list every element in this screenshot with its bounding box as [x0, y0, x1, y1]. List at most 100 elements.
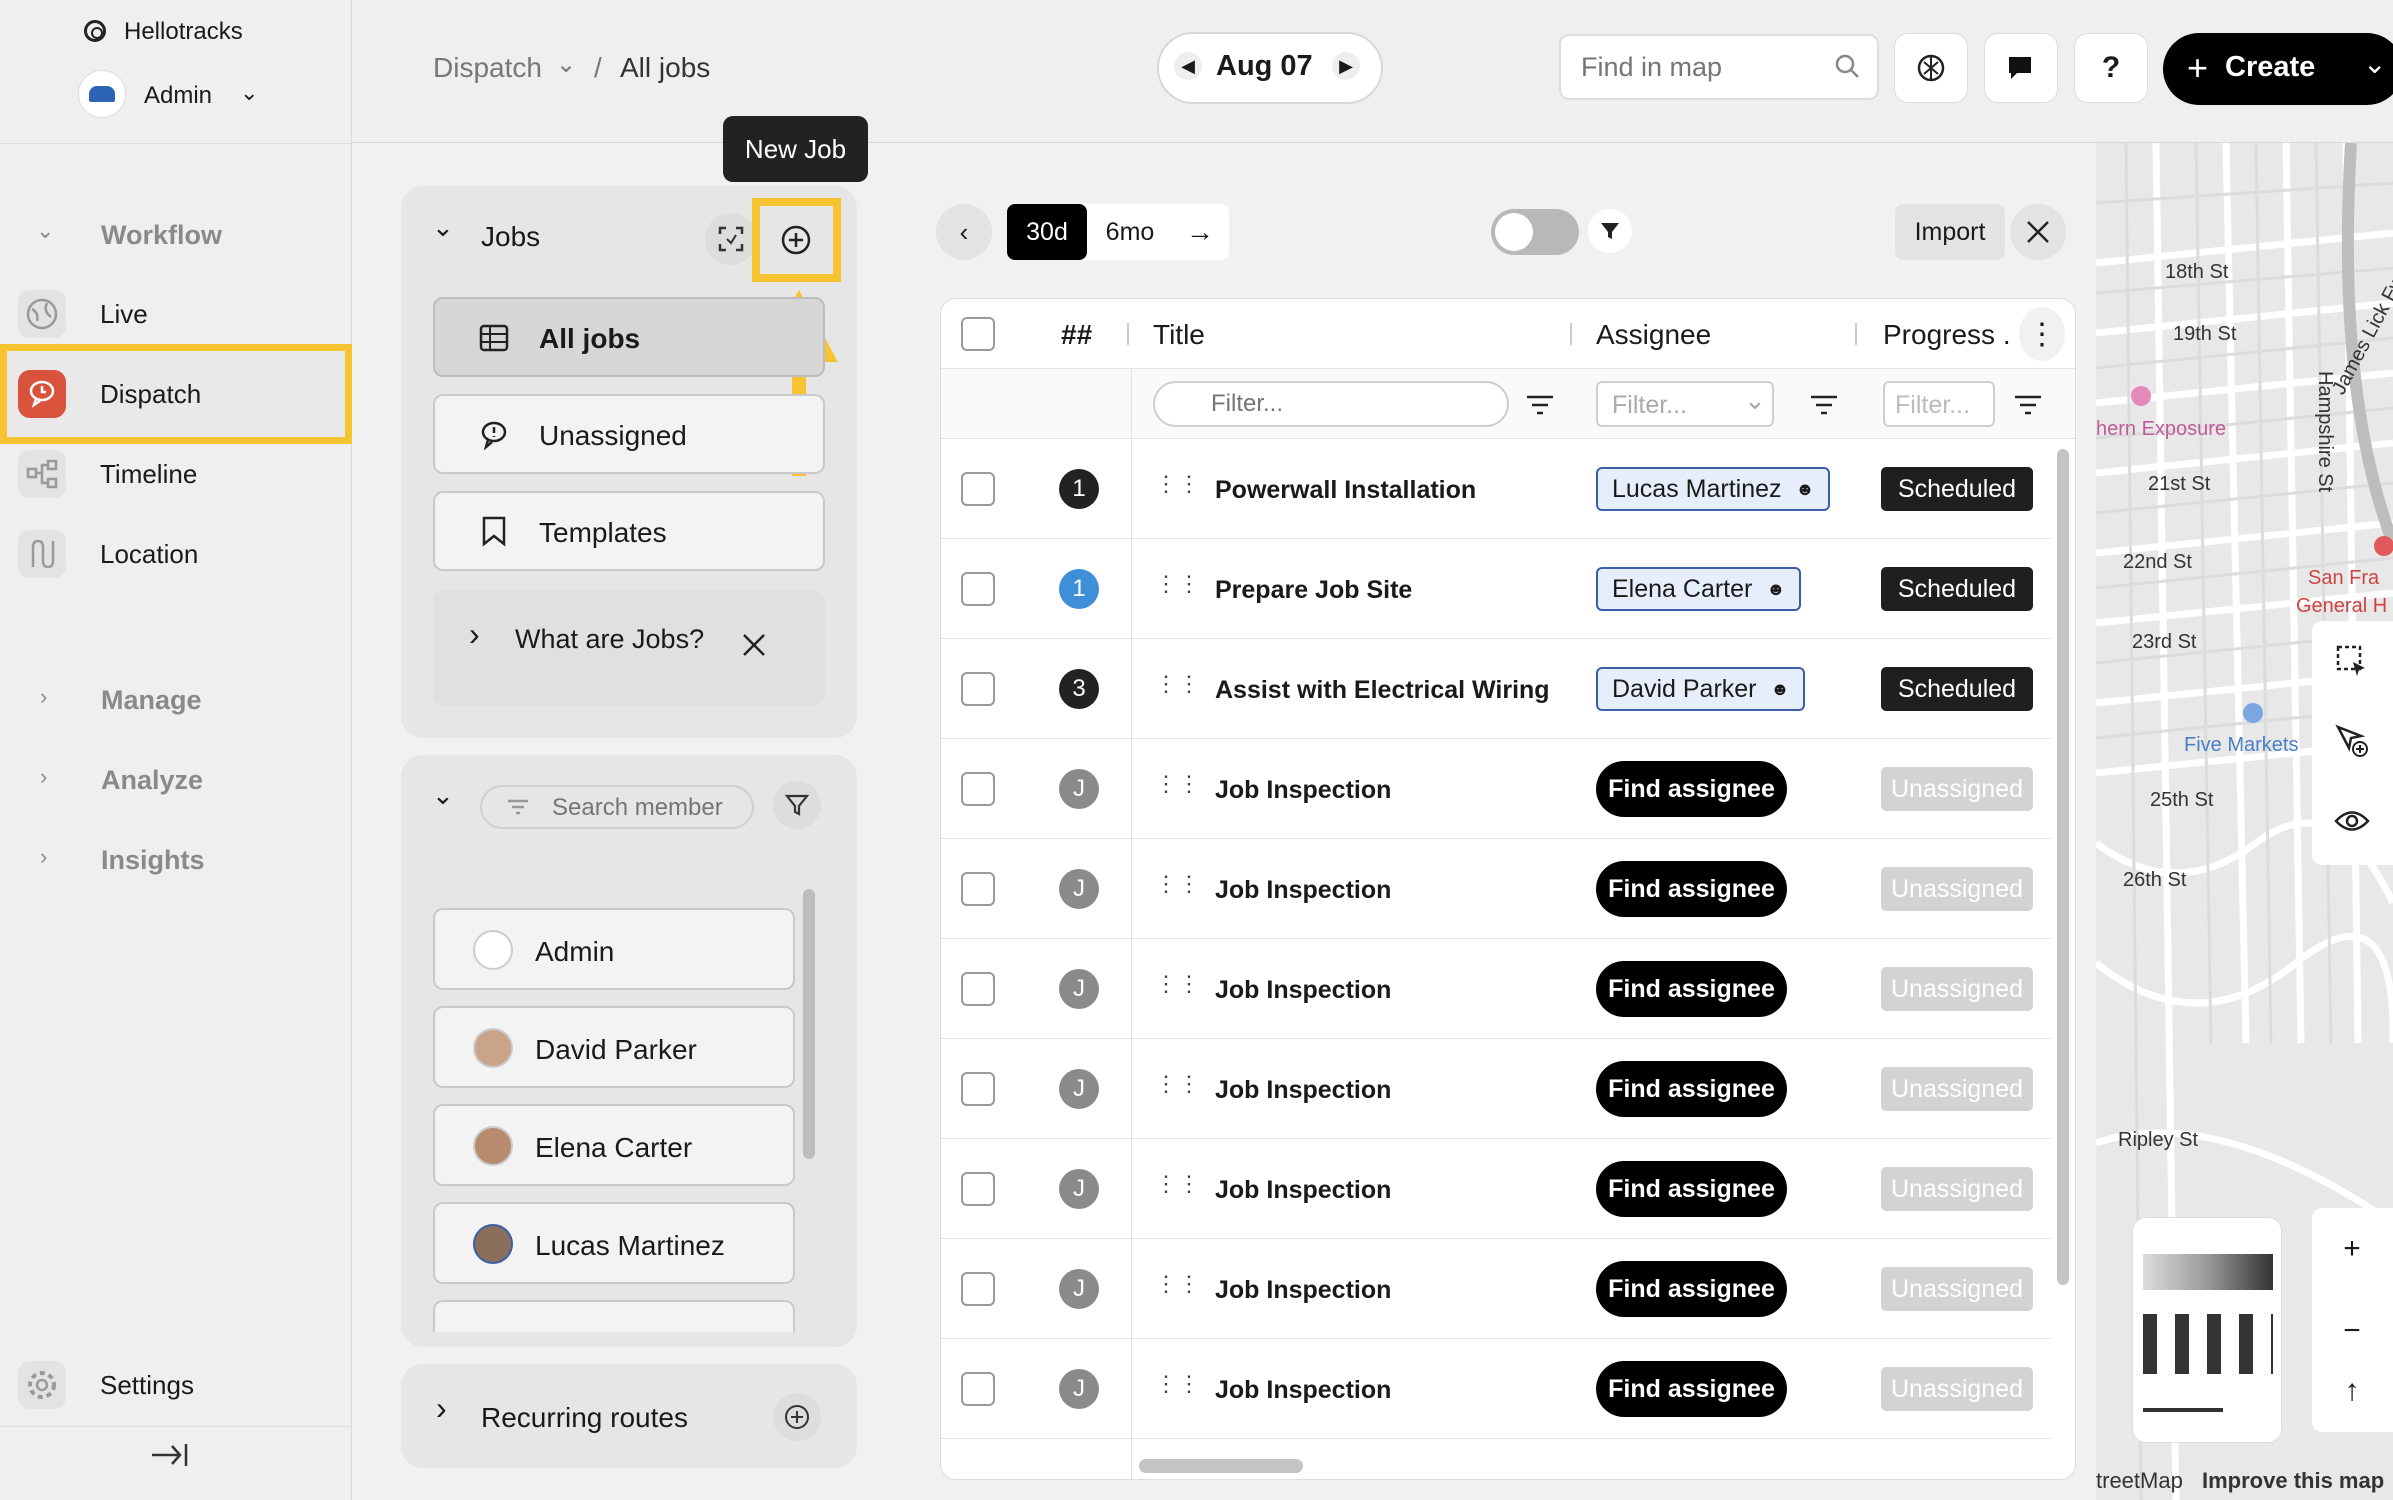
ai-assistant-button[interactable]: [1894, 33, 1968, 103]
job-title[interactable]: Job Inspection: [1215, 1176, 1391, 1205]
job-title[interactable]: Prepare Job Site: [1215, 576, 1412, 605]
members-scrollbar[interactable]: [803, 889, 815, 1159]
row-checkbox[interactable]: [961, 772, 995, 806]
row-checkbox[interactable]: [961, 672, 995, 706]
job-title[interactable]: Job Inspection: [1215, 1276, 1391, 1305]
section-insights[interactable]: Insights: [101, 845, 205, 876]
job-title[interactable]: Job Inspection: [1215, 976, 1391, 1005]
horizontal-scrollbar[interactable]: [1139, 1459, 1303, 1473]
nav-item-live[interactable]: Live: [0, 274, 352, 354]
what-are-jobs-box[interactable]: › What are Jobs?: [433, 590, 825, 706]
range-30d-button[interactable]: 30d: [1007, 204, 1087, 260]
drag-handle-icon[interactable]: ⋮⋮: [1155, 871, 1201, 897]
row-checkbox[interactable]: [961, 972, 995, 1006]
add-point-icon[interactable]: [2314, 703, 2390, 779]
chevron-right-icon[interactable]: ›: [436, 1390, 447, 1427]
column-header-assignee[interactable]: Assignee: [1596, 319, 1711, 351]
find-assignee-button[interactable]: Find assignee: [1596, 1261, 1787, 1317]
column-header-num[interactable]: ##: [1061, 319, 1092, 351]
row-checkbox[interactable]: [961, 472, 995, 506]
table-row[interactable]: 1 ⋮⋮ Powerwall Installation Lucas Martinez ☻…: [941, 439, 2051, 539]
drag-handle-icon[interactable]: ⋮⋮: [1155, 1271, 1201, 1297]
map-search-input[interactable]: [1581, 48, 1821, 86]
row-checkbox[interactable]: [961, 1172, 995, 1206]
view-toggle[interactable]: [1491, 209, 1579, 255]
create-button[interactable]: + Create ⌄: [2163, 33, 2393, 105]
drag-handle-icon[interactable]: ⋮⋮: [1155, 671, 1201, 697]
filter-lines-icon[interactable]: [1525, 393, 1555, 422]
nav-item-settings[interactable]: Settings: [0, 1345, 352, 1425]
chat-button[interactable]: [1984, 33, 2058, 103]
chevron-down-icon[interactable]: ⌄: [36, 218, 54, 244]
member-item[interactable]: Lucas Martinez: [433, 1202, 795, 1284]
assignee-filter-select[interactable]: Filter... ⌄: [1596, 381, 1774, 427]
assignee-chip[interactable]: David Parker ☻: [1596, 667, 1806, 711]
drag-handle-icon[interactable]: ⋮⋮: [1155, 771, 1201, 797]
column-header-progress[interactable]: Progress .: [1883, 319, 2011, 351]
column-menu-button[interactable]: ⋮: [2019, 307, 2065, 361]
map-view[interactable]: 18th St 19th St 21st St 22nd St 23rd St …: [2096, 143, 2393, 1500]
member-filter-button[interactable]: [773, 781, 821, 829]
prev-day-button[interactable]: ◀: [1174, 52, 1202, 80]
table-row[interactable]: J ⋮⋮ Job Inspection Find assignee Unassigned: [941, 1339, 2051, 1439]
help-button[interactable]: ?: [2074, 33, 2148, 103]
improve-map-link[interactable]: Improve this map: [2202, 1468, 2384, 1494]
date-label[interactable]: Aug 07: [1216, 50, 1313, 83]
add-job-button[interactable]: [772, 216, 820, 264]
row-checkbox[interactable]: [961, 872, 995, 906]
job-title[interactable]: Job Inspection: [1215, 776, 1391, 805]
table-row[interactable]: J ⋮⋮ Job Inspection Find assignee Unassigned: [941, 1239, 2051, 1339]
chevron-right-icon[interactable]: ›: [40, 684, 47, 710]
member-item[interactable]: Admin: [433, 908, 795, 990]
row-checkbox[interactable]: [961, 1272, 995, 1306]
drag-handle-icon[interactable]: ⋮⋮: [1155, 971, 1201, 997]
job-title[interactable]: Powerwall Installation: [1215, 476, 1476, 505]
view-templates[interactable]: Templates: [433, 491, 825, 571]
zoom-in-button[interactable]: +: [2314, 1211, 2390, 1287]
member-item[interactable]: David Parker: [433, 1006, 795, 1088]
find-assignee-button[interactable]: Find assignee: [1596, 961, 1787, 1017]
table-row[interactable]: J ⋮⋮ Job Inspection Find assignee Unassigned: [941, 1139, 2051, 1239]
section-analyze[interactable]: Analyze: [101, 765, 203, 796]
admin-avatar[interactable]: [78, 70, 126, 118]
drag-handle-icon[interactable]: ⋮⋮: [1155, 1171, 1201, 1197]
collapse-sidebar-icon[interactable]: [150, 1440, 190, 1475]
size-slider[interactable]: [2143, 1408, 2223, 1412]
chevron-down-icon[interactable]: ⌄: [2363, 47, 2386, 80]
progress-filter-input[interactable]: Filter...: [1883, 381, 1995, 427]
north-arrow-icon[interactable]: ↑: [2314, 1353, 2390, 1429]
map-attribution[interactable]: treetMap: [2096, 1468, 2183, 1494]
breadcrumb-root[interactable]: Dispatch: [433, 52, 542, 84]
section-workflow[interactable]: Workflow: [101, 220, 222, 251]
table-row[interactable]: 3 ⋮⋮ Assist with Electrical Wiring David Pa…: [941, 639, 2051, 739]
nav-item-timeline[interactable]: Timeline: [0, 434, 352, 514]
chevron-down-icon[interactable]: ⌄: [240, 80, 258, 106]
job-title[interactable]: Job Inspection: [1215, 876, 1391, 905]
close-table-button[interactable]: [2010, 204, 2066, 260]
job-title[interactable]: Job Inspection: [1215, 1376, 1391, 1405]
view-unassigned[interactable]: Unassigned: [433, 394, 825, 474]
scan-jobs-icon[interactable]: [705, 213, 757, 265]
member-item-partial[interactable]: [433, 1300, 795, 1332]
find-assignee-button[interactable]: Find assignee: [1596, 1361, 1787, 1417]
chevron-right-icon[interactable]: ›: [40, 764, 47, 790]
filter-lines-icon[interactable]: [2013, 393, 2043, 422]
search-member-field[interactable]: [480, 785, 754, 829]
close-icon[interactable]: [741, 632, 767, 663]
assignee-chip[interactable]: Elena Carter ☻: [1596, 567, 1802, 611]
map-search-field[interactable]: [1559, 34, 1879, 100]
section-manage[interactable]: Manage: [101, 685, 202, 716]
search-member-input[interactable]: [552, 793, 742, 823]
select-area-icon[interactable]: [2314, 623, 2390, 699]
range-6mo-button[interactable]: 6mo: [1094, 204, 1166, 260]
row-checkbox[interactable]: [961, 1072, 995, 1106]
chevron-down-icon[interactable]: ⌄: [432, 780, 454, 811]
chevron-down-icon[interactable]: ⌄: [432, 212, 454, 243]
column-header-title[interactable]: Title: [1153, 319, 1205, 351]
drag-handle-icon[interactable]: ⋮⋮: [1155, 471, 1201, 497]
drag-handle-icon[interactable]: ⋮⋮: [1155, 1371, 1201, 1397]
chevron-right-icon[interactable]: ›: [40, 844, 47, 870]
arrow-right-icon[interactable]: →: [1172, 204, 1228, 260]
table-row[interactable]: J ⋮⋮ Job Inspection Find assignee Unassigned: [941, 839, 2051, 939]
find-assignee-button[interactable]: Find assignee: [1596, 1061, 1787, 1117]
